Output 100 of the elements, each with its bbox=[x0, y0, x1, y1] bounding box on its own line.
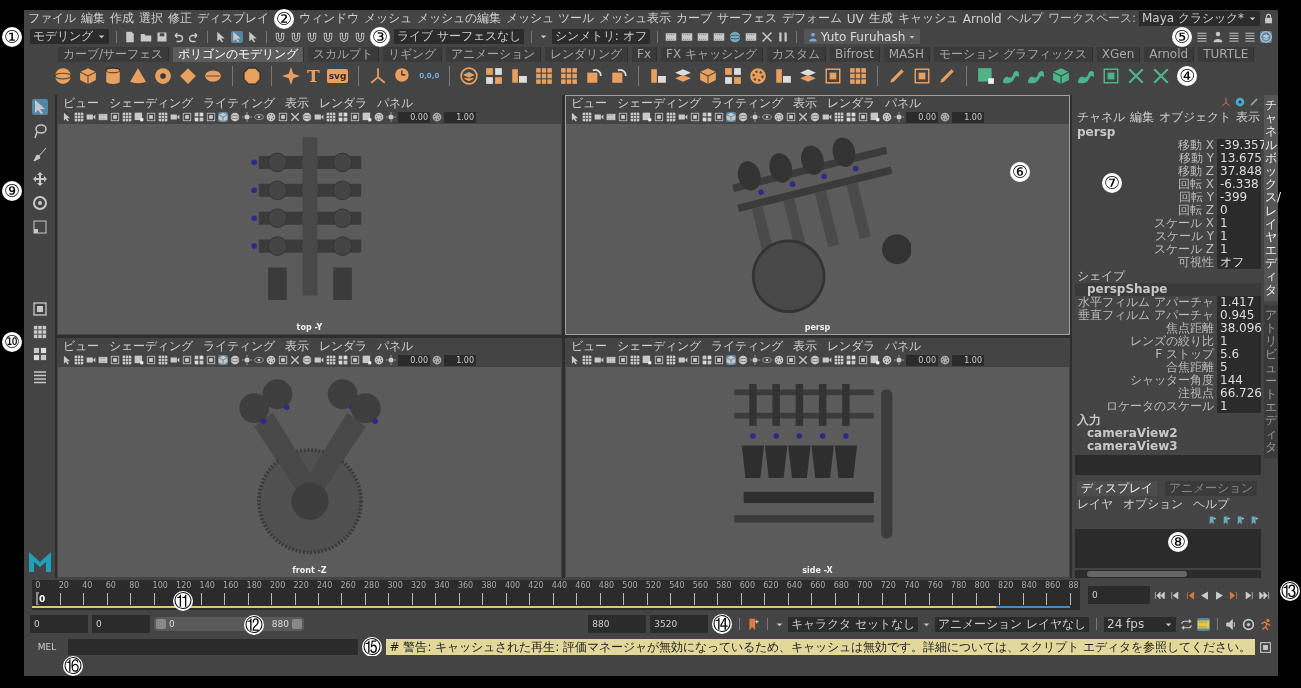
redo-icon[interactable] bbox=[188, 30, 200, 43]
polyhedron-icon[interactable] bbox=[243, 67, 261, 85]
light-icon[interactable] bbox=[750, 112, 760, 122]
near-clip-field[interactable]: 0.00 bbox=[398, 354, 430, 366]
camera-icon[interactable] bbox=[170, 355, 180, 365]
bookmark-icon[interactable] bbox=[1250, 515, 1259, 525]
person-icon[interactable] bbox=[1212, 30, 1224, 43]
camera-icon[interactable] bbox=[678, 112, 688, 122]
rotate-icon[interactable] bbox=[1242, 617, 1255, 631]
viewport-menu-item[interactable]: パネル bbox=[377, 94, 413, 112]
eye-icon[interactable] bbox=[762, 355, 772, 365]
frame-icon[interactable] bbox=[786, 112, 796, 122]
lasso-icon[interactable] bbox=[31, 123, 48, 139]
menu-item[interactable]: ディスプレイ bbox=[197, 10, 269, 27]
frame-icon[interactable] bbox=[206, 112, 216, 122]
shelf-tab[interactable]: MASH bbox=[883, 46, 930, 62]
grid-icon[interactable] bbox=[326, 355, 336, 365]
film-icon[interactable] bbox=[744, 30, 757, 43]
cube-arrows-icon[interactable] bbox=[585, 67, 604, 85]
cursor-icon[interactable] bbox=[570, 112, 580, 122]
square-plane-icon[interactable] bbox=[870, 112, 880, 122]
frame-icon[interactable] bbox=[654, 355, 664, 365]
square-plane-icon[interactable] bbox=[134, 112, 144, 122]
viewport-menu-item[interactable]: レンダラ bbox=[319, 337, 367, 355]
menu-item[interactable]: 作成 bbox=[110, 10, 134, 27]
layer-menu-item[interactable]: ヘルプ bbox=[1193, 496, 1229, 513]
grid-icon[interactable] bbox=[158, 355, 168, 365]
viewport-menu-item[interactable]: ビュー bbox=[571, 94, 607, 112]
undo-icon[interactable] bbox=[172, 30, 184, 43]
user-account-button[interactable]: Yuto Furuhash bbox=[803, 29, 921, 44]
gear-icon[interactable] bbox=[940, 112, 950, 122]
attribute-value-field[interactable]: 13.675 bbox=[1217, 152, 1261, 165]
light-icon[interactable] bbox=[242, 355, 252, 365]
viewport-menu-item[interactable]: シェーディング bbox=[617, 94, 701, 112]
stack-icon[interactable] bbox=[649, 67, 668, 85]
frame-icon[interactable] bbox=[618, 355, 628, 365]
menu-item[interactable]: ファイル bbox=[28, 10, 76, 27]
attribute-value-field[interactable]: 5 bbox=[1217, 361, 1261, 374]
menu-item[interactable]: キャッシュ bbox=[897, 10, 958, 27]
live-surface-field[interactable]: ライブ サーフェスなし bbox=[394, 29, 524, 44]
attribute-value-field[interactable]: -6.338 bbox=[1217, 178, 1261, 191]
loop-icon[interactable] bbox=[1180, 617, 1193, 631]
gear-icon[interactable] bbox=[374, 355, 384, 365]
grid-icon[interactable] bbox=[666, 112, 676, 122]
skip-to-end-icon[interactable] bbox=[1259, 589, 1270, 601]
animation-layer-dropdown[interactable]: アニメーション レイヤなし bbox=[935, 616, 1089, 632]
gear-icon[interactable] bbox=[774, 112, 784, 122]
camera-icon[interactable] bbox=[594, 355, 604, 365]
menu-item[interactable]: UV bbox=[846, 11, 864, 26]
eye-icon[interactable] bbox=[254, 112, 264, 122]
film-icon[interactable] bbox=[606, 355, 616, 365]
far-clip-field[interactable]: 1.00 bbox=[444, 111, 476, 123]
layers-icon[interactable] bbox=[1260, 30, 1272, 43]
file-icon[interactable] bbox=[124, 30, 136, 43]
blocks-icon[interactable] bbox=[846, 355, 856, 365]
layers-icon[interactable] bbox=[460, 67, 479, 85]
attribute-value-field[interactable]: 38.096 bbox=[1217, 322, 1261, 335]
camera-icon[interactable] bbox=[86, 112, 96, 122]
grid-icon[interactable] bbox=[666, 355, 676, 365]
camera-icon[interactable] bbox=[594, 112, 604, 122]
frame-icon[interactable] bbox=[110, 112, 120, 122]
shelf-tab[interactable]: Fx bbox=[632, 46, 658, 62]
attribute-value-field[interactable]: 1 bbox=[1217, 400, 1261, 413]
viewport-menu-item[interactable]: パネル bbox=[377, 337, 413, 355]
channel-menu-item[interactable]: 編集 bbox=[1130, 109, 1154, 126]
viewport-menu-item[interactable]: ライティング bbox=[711, 94, 783, 112]
menu-item[interactable]: カーブ bbox=[675, 10, 712, 27]
blocks-icon[interactable] bbox=[194, 112, 204, 122]
grid-icon[interactable] bbox=[74, 355, 84, 365]
frame-icon[interactable] bbox=[618, 112, 628, 122]
cube-icon[interactable] bbox=[79, 67, 97, 85]
character-set-dropdown[interactable]: キャラクタ セットなし bbox=[788, 616, 919, 632]
far-clip-field[interactable]: 1.00 bbox=[444, 354, 476, 366]
speaker-icon[interactable] bbox=[1225, 617, 1238, 631]
camera-icon[interactable] bbox=[314, 112, 324, 122]
viewport-menu-item[interactable]: 表示 bbox=[793, 94, 817, 112]
square-plane-icon[interactable] bbox=[362, 112, 372, 122]
magnet-icon[interactable] bbox=[306, 30, 318, 43]
star-icon[interactable] bbox=[282, 67, 300, 85]
frame-icon[interactable] bbox=[31, 301, 48, 317]
sphere-icon[interactable] bbox=[810, 355, 820, 365]
stack-icon[interactable] bbox=[510, 67, 529, 85]
cursor-icon[interactable] bbox=[62, 112, 72, 122]
menu-item[interactable]: ウィンドウ bbox=[299, 10, 359, 27]
cursor-icon[interactable] bbox=[247, 30, 259, 43]
frame-icon[interactable] bbox=[714, 112, 724, 122]
menu-item[interactable]: メッシュ bbox=[364, 10, 412, 27]
film-icon[interactable] bbox=[680, 30, 693, 43]
menu-item[interactable]: 編集 bbox=[81, 10, 105, 27]
attribute-value-field[interactable]: 5.6 bbox=[1217, 348, 1261, 361]
command-input-field[interactable] bbox=[68, 639, 358, 655]
frame-icon[interactable] bbox=[858, 112, 868, 122]
side-panel-tab[interactable]: アトリビュートエディタ bbox=[1264, 304, 1278, 458]
blocks-icon[interactable] bbox=[702, 112, 712, 122]
viewport-menu-item[interactable]: ビュー bbox=[63, 337, 99, 355]
camera-icon[interactable] bbox=[86, 355, 96, 365]
attribute-value-field[interactable]: オフ bbox=[1217, 256, 1261, 269]
sphere-icon[interactable] bbox=[728, 30, 741, 43]
blocks-icon[interactable] bbox=[338, 355, 348, 365]
list-icon[interactable] bbox=[1244, 30, 1256, 43]
